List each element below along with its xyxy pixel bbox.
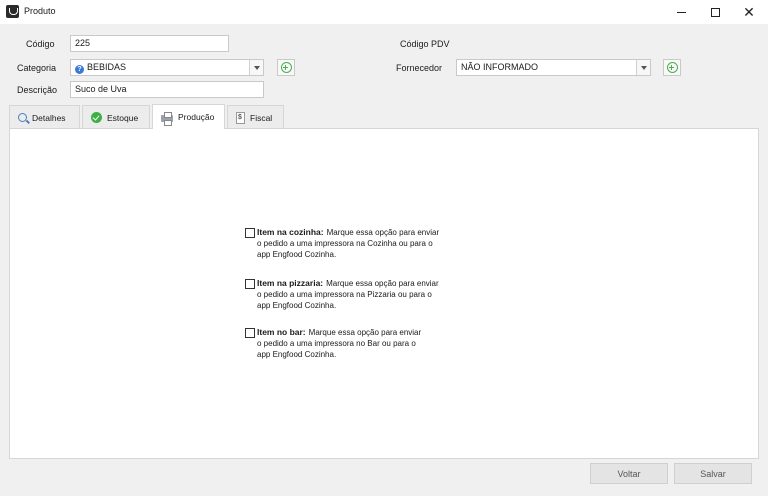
option-desc: app Engfood Cozinha. <box>257 250 337 259</box>
tab-label: Produção <box>178 112 215 122</box>
option-desc: Marque essa opção para enviar <box>326 228 440 237</box>
option-desc: o pedido a uma impressora na Cozinha ou … <box>257 239 433 248</box>
chevron-down-icon[interactable] <box>636 60 650 75</box>
fornecedor-value: NÃO INFORMADO <box>461 62 539 72</box>
maximize-button[interactable] <box>698 0 732 24</box>
codigo-label: Código <box>26 39 55 49</box>
option-desc: Marque essa opção para enviar <box>326 279 439 288</box>
cozinha-checkbox[interactable] <box>245 228 255 238</box>
bar-checkbox[interactable] <box>245 328 255 338</box>
categoria-label: Categoria <box>17 63 57 73</box>
minimize-button[interactable] <box>664 0 698 24</box>
option-desc: o pedido a uma impressora na Pizzaria ou… <box>257 290 432 299</box>
printer-icon <box>161 111 173 126</box>
categoria-select[interactable]: ? BEBIDAS <box>70 59 264 76</box>
option-desc: o pedido a uma impressora no Bar ou para… <box>257 339 416 348</box>
salvar-button[interactable]: Salvar <box>674 463 752 484</box>
tab-detalhes[interactable]: Detalhes <box>9 105 80 129</box>
app-logo-icon <box>6 5 19 18</box>
close-button[interactable]: ✕ <box>732 0 766 24</box>
codigo-pdv-label: Código PDV <box>400 39 450 49</box>
tab-estoque[interactable]: Estoque <box>82 105 150 129</box>
codigo-field[interactable]: 225 <box>70 35 229 52</box>
descricao-field[interactable]: Suco de Uva <box>70 81 264 98</box>
close-icon: ✕ <box>743 3 755 20</box>
option-desc: Marque essa opção para enviar <box>308 328 422 337</box>
title-bar: Produto ✕ <box>0 0 768 24</box>
descricao-label: Descrição <box>17 85 58 95</box>
tab-producao[interactable]: Produção <box>152 104 225 129</box>
option-bar: Item no bar: Marque essa opção para envia… <box>245 327 475 360</box>
option-desc: app Engfood Cozinha. <box>257 350 337 359</box>
tab-fiscal[interactable]: Fiscal <box>227 105 284 129</box>
minimize-icon <box>676 11 686 13</box>
option-pizzaria: Item na pizzaria: Marque essa opção para … <box>245 278 475 311</box>
tab-label: Fiscal <box>250 112 273 123</box>
tab-label: Detalhes <box>32 112 66 123</box>
add-icon <box>280 62 292 73</box>
option-title: Item na pizzaria: <box>257 278 324 288</box>
add-icon <box>666 62 678 73</box>
add-categoria-button[interactable] <box>277 59 295 76</box>
check-circle-icon <box>91 112 102 123</box>
maximize-icon <box>710 7 720 17</box>
window-title: Produto <box>24 6 56 16</box>
option-title: Item na cozinha: <box>257 227 324 237</box>
option-title: Item no bar: <box>257 327 306 337</box>
option-desc: app Engfood Cozinha. <box>257 301 337 310</box>
option-cozinha: Item na cozinha: Marque essa opção para e… <box>245 227 475 260</box>
pizzaria-checkbox[interactable] <box>245 279 255 289</box>
chevron-down-icon[interactable] <box>249 60 263 75</box>
question-icon: ? <box>75 65 84 74</box>
producao-panel: Item na cozinha: Marque essa opção para e… <box>9 128 759 459</box>
fornecedor-label: Fornecedor <box>396 63 443 73</box>
categoria-value: BEBIDAS <box>87 62 127 72</box>
add-fornecedor-button[interactable] <box>663 59 681 76</box>
voltar-button[interactable]: Voltar <box>590 463 668 484</box>
tax-document-icon <box>236 111 245 124</box>
fornecedor-select[interactable]: NÃO INFORMADO <box>456 59 651 76</box>
search-icon <box>18 113 27 122</box>
tab-label: Estoque <box>107 112 139 123</box>
